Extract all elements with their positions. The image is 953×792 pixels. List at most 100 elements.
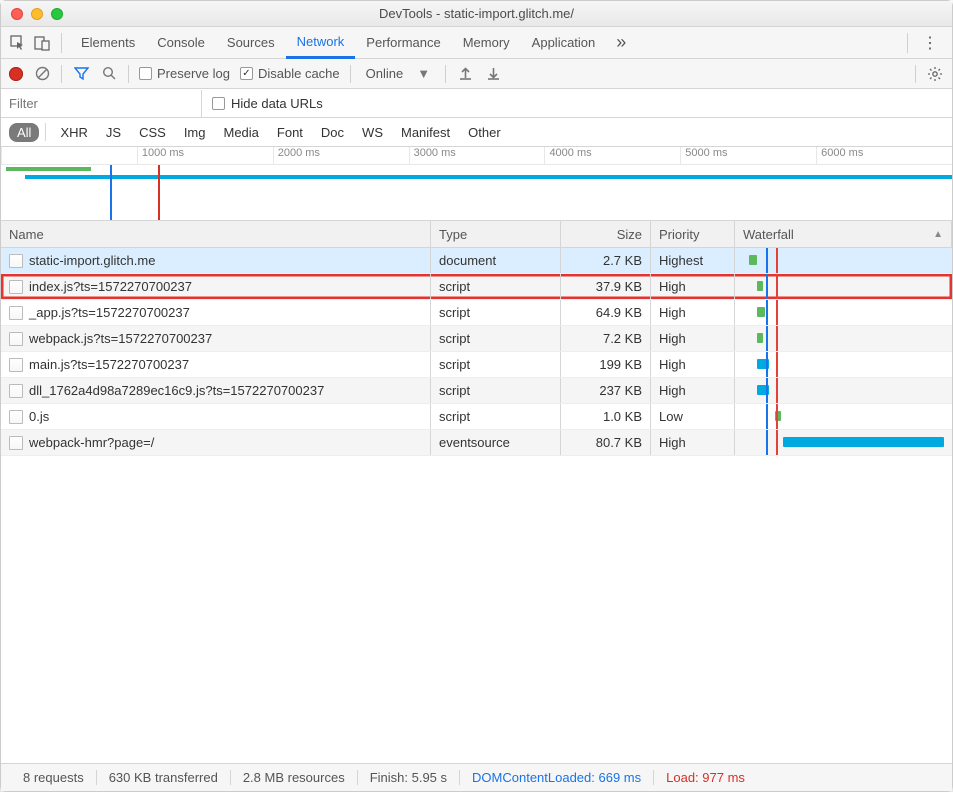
cell-waterfall [735,430,952,455]
col-type[interactable]: Type [431,221,561,247]
zoom-window-button[interactable] [51,8,63,20]
request-name: main.js?ts=1572270700237 [29,357,189,372]
cell-waterfall [735,378,952,403]
cell-priority: High [651,430,735,455]
file-icon [9,358,23,372]
throttling-select[interactable]: Online ▼ [361,64,435,83]
load-marker [776,248,778,273]
clear-button[interactable] [33,66,51,81]
ruler-tick: 3000 ms [409,147,545,164]
cell-waterfall [735,274,952,299]
timeline-overview[interactable]: 1000 ms2000 ms3000 ms4000 ms5000 ms6000 … [1,147,952,221]
hide-data-urls-checkbox[interactable]: Hide data URLs [202,96,323,111]
col-priority[interactable]: Priority [651,221,735,247]
cell-priority: Highest [651,248,735,273]
waterfall-bar [783,437,944,447]
table-row[interactable]: 0.jsscript1.0 KBLow [1,404,952,430]
cell-type: script [431,378,561,403]
tab-network[interactable]: Network [286,27,356,59]
request-name: webpack-hmr?page=/ [29,435,154,450]
type-filter-css[interactable]: CSS [131,123,174,142]
table-row[interactable]: index.js?ts=1572270700237script37.9 KBHi… [1,274,952,300]
table-row[interactable]: main.js?ts=1572270700237script199 KBHigh [1,352,952,378]
dcl-marker [766,378,768,403]
type-filter-font[interactable]: Font [269,123,311,142]
cell-size: 37.9 KB [561,274,651,299]
filter-bar: Hide data URLs [1,89,952,118]
cell-priority: High [651,378,735,403]
cell-name: dll_1762a4d98a7289ec16c9.js?ts=157227070… [1,378,431,403]
dcl-marker [766,274,768,299]
waterfall-bar [757,333,763,343]
settings-icon[interactable] [926,66,944,82]
record-button[interactable] [9,67,23,81]
dcl-marker [766,404,768,429]
col-size[interactable]: Size [561,221,651,247]
cell-priority: Low [651,404,735,429]
type-filter-xhr[interactable]: XHR [52,123,95,142]
status-dcl: DOMContentLoaded: 669 ms [460,770,654,785]
status-load: Load: 977 ms [654,770,757,785]
devtools-menu-button[interactable]: ⋮ [914,33,946,53]
col-waterfall[interactable]: Waterfall ▲ [735,221,952,247]
cell-waterfall [735,352,952,377]
cell-waterfall [735,248,952,273]
request-name: static-import.glitch.me [29,253,155,268]
type-filter-js[interactable]: JS [98,123,129,142]
import-har-icon[interactable] [456,66,474,81]
table-row[interactable]: _app.js?ts=1572270700237script64.9 KBHig… [1,300,952,326]
load-marker [776,404,778,429]
type-filter-img[interactable]: Img [176,123,214,142]
more-tabs-button[interactable]: » [608,32,634,53]
status-finish: Finish: 5.95 s [358,770,460,785]
table-row[interactable]: webpack.js?ts=1572270700237script7.2 KBH… [1,326,952,352]
cell-size: 2.7 KB [561,248,651,273]
inspect-element-icon[interactable] [7,32,29,54]
cell-size: 7.2 KB [561,326,651,351]
table-row[interactable]: static-import.glitch.me document2.7 KBHig… [1,248,952,274]
col-name[interactable]: Name [1,221,431,247]
type-filter-doc[interactable]: Doc [313,123,352,142]
filter-input[interactable] [1,90,201,117]
tab-sources[interactable]: Sources [216,27,286,59]
tab-application[interactable]: Application [521,27,607,59]
disable-cache-label: Disable cache [258,66,340,81]
request-name: 0.js [29,409,49,424]
type-filter-other[interactable]: Other [460,123,509,142]
cell-name: static-import.glitch.me [1,248,431,273]
filter-toggle-icon[interactable] [72,66,90,81]
load-marker [776,326,778,351]
request-name: webpack.js?ts=1572270700237 [29,331,212,346]
status-bar: 8 requests 630 KB transferred 2.8 MB res… [1,763,952,791]
close-window-button[interactable] [11,8,23,20]
minimize-window-button[interactable] [31,8,43,20]
window-title: DevTools - static-import.glitch.me/ [1,6,952,21]
type-filter-media[interactable]: Media [215,123,266,142]
tab-elements[interactable]: Elements [70,27,146,59]
type-filter-ws[interactable]: WS [354,123,391,142]
status-requests: 8 requests [11,770,97,785]
table-row[interactable]: webpack-hmr?page=/eventsource80.7 KBHigh [1,430,952,456]
dcl-marker [766,430,768,455]
tab-memory[interactable]: Memory [452,27,521,59]
disable-cache-checkbox[interactable]: Disable cache [240,66,340,81]
file-icon [9,436,23,450]
cell-size: 199 KB [561,352,651,377]
type-filter-all[interactable]: All [9,123,39,142]
window-controls [1,8,63,20]
request-name: index.js?ts=1572270700237 [29,279,192,294]
preserve-log-label: Preserve log [157,66,230,81]
export-har-icon[interactable] [484,66,502,81]
cell-size: 1.0 KB [561,404,651,429]
cell-type: document [431,248,561,273]
tab-performance[interactable]: Performance [355,27,451,59]
tab-console[interactable]: Console [146,27,216,59]
type-filter-manifest[interactable]: Manifest [393,123,458,142]
preserve-log-checkbox[interactable]: Preserve log [139,66,230,81]
dcl-marker [766,300,768,325]
cell-type: script [431,326,561,351]
device-toggle-icon[interactable] [31,32,53,54]
cell-type: script [431,300,561,325]
table-row[interactable]: dll_1762a4d98a7289ec16c9.js?ts=157227070… [1,378,952,404]
search-icon[interactable] [100,66,118,81]
